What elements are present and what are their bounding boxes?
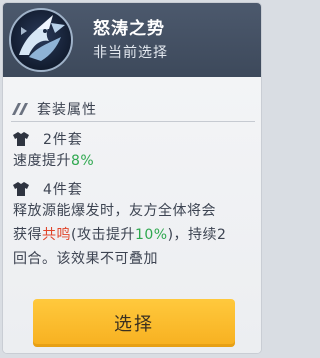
- section-divider: [11, 121, 255, 122]
- section-title: 套装属性: [37, 102, 97, 118]
- two-piece-desc-text: 速度提升: [13, 153, 71, 169]
- set-title: 怒涛之势: [93, 19, 165, 39]
- shirt-icon: [13, 182, 29, 196]
- shirt-icon: [13, 132, 29, 146]
- card-body: 套装属性 2件套 速度提升8% 4件套 释放源能爆发时，友方全体将会 获得共鸣(…: [3, 77, 261, 353]
- set-attributes-header: 套装属性: [11, 99, 97, 119]
- desc-text: 获得: [13, 227, 42, 243]
- ice-dragon-emblem-icon: [9, 8, 73, 72]
- set-card: 怒涛之势 非当前选择 套装属性 2件套 速度提升8% 4件套 释放源能爆发时，友…: [3, 3, 261, 353]
- speed-bonus-value: 8%: [71, 153, 95, 169]
- attack-bonus-value: 10%: [134, 227, 168, 243]
- four-piece-header: 4件套: [13, 179, 83, 199]
- double-slash-icon: [12, 103, 28, 115]
- two-piece-label: 2件套: [43, 132, 83, 148]
- four-piece-label: 4件套: [43, 182, 83, 198]
- four-piece-desc-line3: 回合。该效果不可叠加: [13, 251, 158, 267]
- four-piece-desc-line2: 获得共鸣(攻击提升10%)，持续2: [13, 223, 258, 247]
- card-header: 怒涛之势 非当前选择: [3, 3, 261, 77]
- desc-text: (攻击提升: [71, 227, 135, 243]
- four-piece-desc-line1: 释放源能爆发时，友方全体将会: [13, 203, 216, 219]
- select-button[interactable]: 选择: [33, 299, 235, 347]
- desc-text: )，持续2: [167, 227, 227, 243]
- two-piece-header: 2件套: [13, 129, 83, 149]
- two-piece-description: 速度提升8%: [13, 149, 258, 173]
- resonance-buff-name: 共鸣: [42, 227, 71, 243]
- four-piece-description: 释放源能爆发时，友方全体将会 获得共鸣(攻击提升10%)，持续2 回合。该效果不…: [13, 199, 258, 271]
- selection-status: 非当前选择: [93, 45, 168, 61]
